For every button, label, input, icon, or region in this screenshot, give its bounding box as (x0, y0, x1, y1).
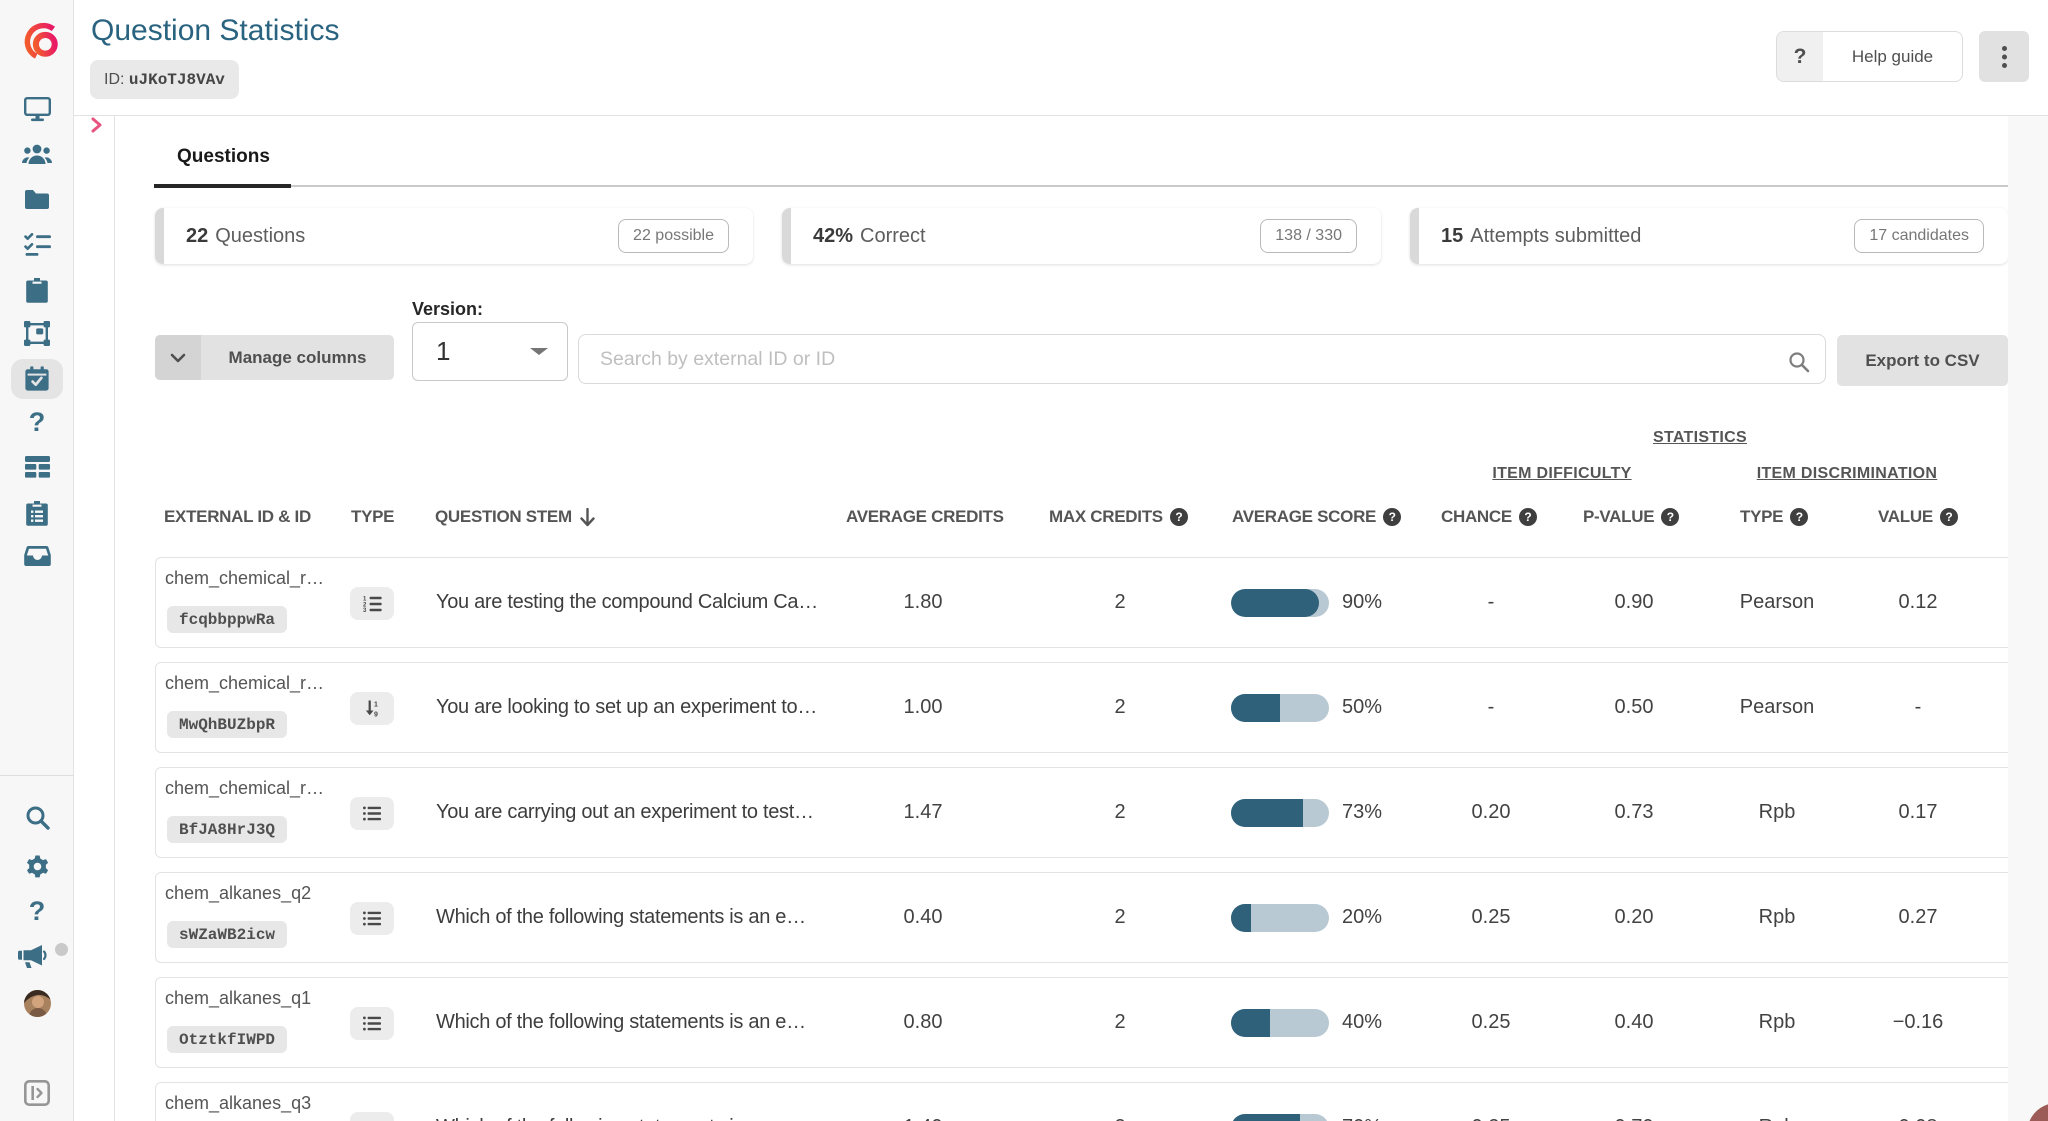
svg-text:1: 1 (374, 702, 378, 709)
svg-text:3: 3 (363, 608, 367, 612)
svg-text:?: ? (29, 410, 46, 437)
svg-text:9: 9 (374, 711, 378, 717)
svg-text:?: ? (29, 899, 46, 926)
